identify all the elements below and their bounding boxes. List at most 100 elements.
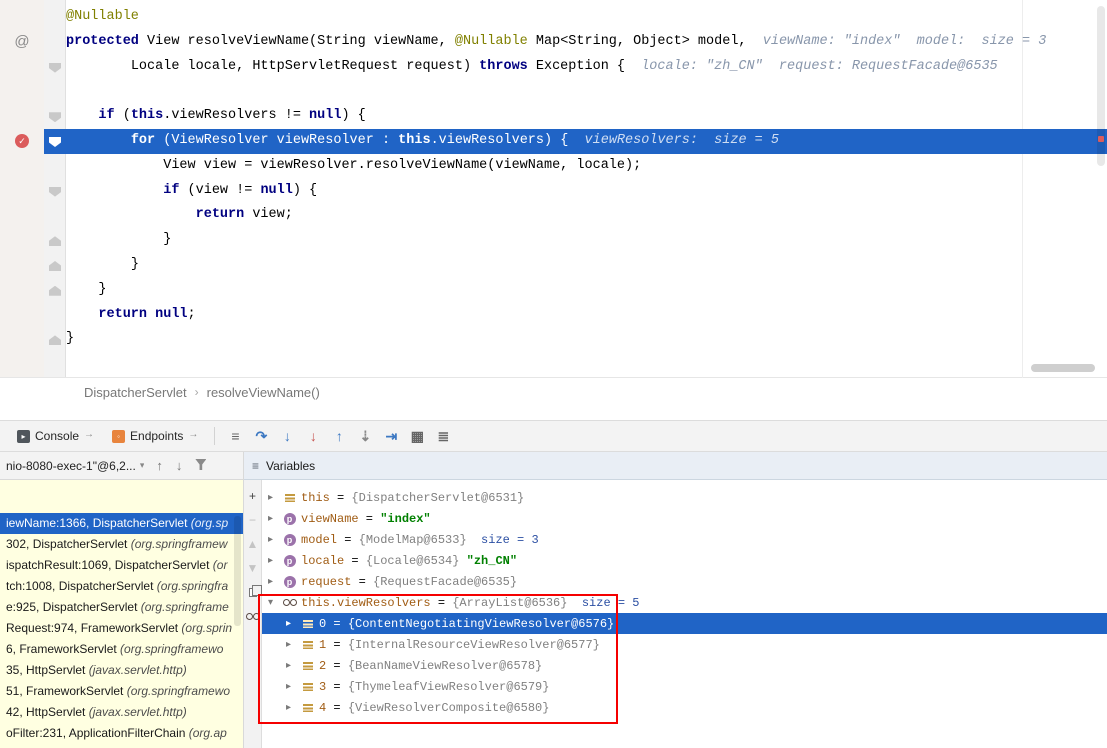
fold-marker-up-icon[interactable] bbox=[49, 286, 61, 296]
remove-watch-icon[interactable]: − bbox=[246, 513, 260, 527]
breadcrumb: DispatcherServlet › resolveViewName() bbox=[0, 378, 1107, 406]
chevron-right-icon[interactable]: ▸ bbox=[268, 534, 282, 545]
fold-marker-down-icon[interactable] bbox=[49, 137, 61, 147]
chevron-right-icon[interactable]: ▸ bbox=[286, 660, 300, 671]
equals-sign: = bbox=[351, 575, 373, 589]
breadcrumb-item-method[interactable]: resolveViewName() bbox=[207, 385, 320, 400]
duplicate-watch-icon[interactable] bbox=[246, 585, 260, 599]
breadcrumb-item-class[interactable]: DispatcherServlet bbox=[84, 385, 187, 400]
code-segment bbox=[147, 307, 155, 322]
code-segment: (ViewResolver viewResolver : bbox=[155, 133, 398, 148]
thread-dropdown[interactable]: nio-8080-exec-1"@6,2... ▾ bbox=[6, 459, 144, 473]
fold-marker-up-icon[interactable] bbox=[49, 236, 61, 246]
stack-frame-row[interactable]: 51, FrameworkServlet (org.springframewo bbox=[0, 681, 243, 702]
show-watches-icon[interactable] bbox=[246, 609, 260, 623]
editor-horizontal-scrollbar[interactable] bbox=[1031, 364, 1095, 372]
scrollbar-thumb[interactable] bbox=[1097, 6, 1105, 166]
variable-row-model[interactable]: ▸pmodel = {ModelMap@6533} size = 3 bbox=[262, 529, 1107, 550]
parameter-icon: p bbox=[282, 555, 297, 567]
frame-down-icon[interactable]: ↓ bbox=[176, 458, 183, 473]
step-into-icon[interactable]: ↓ bbox=[274, 428, 300, 444]
stack-frame-row[interactable]: 35, HttpServlet (javax.servlet.http) bbox=[0, 660, 243, 681]
fold-marker-up-icon[interactable] bbox=[49, 261, 61, 271]
editor-vertical-scrollbar[interactable] bbox=[1095, 0, 1107, 378]
variable-row-4[interactable]: ▸4 = {ViewResolverComposite@6580} bbox=[262, 697, 1107, 718]
code-line-12: } bbox=[66, 278, 1107, 303]
chevron-right-icon[interactable]: ▸ bbox=[286, 639, 300, 650]
code-segment: .viewResolvers) { bbox=[431, 133, 569, 148]
variable-row-viewname[interactable]: ▸pviewName = "index" bbox=[262, 508, 1107, 529]
inline-debug-hint: locale: "zh_CN" request: RequestFacade@6… bbox=[625, 59, 998, 74]
chevron-right-icon[interactable]: ▸ bbox=[268, 492, 282, 503]
code-segment: Map<String, Object> model, bbox=[528, 34, 747, 49]
variable-name: request bbox=[301, 575, 351, 589]
variable-row-0[interactable]: ▸0 = {ContentNegotiatingViewResolver@657… bbox=[262, 613, 1107, 634]
fold-marker-down-icon[interactable] bbox=[49, 112, 61, 122]
step-over-icon[interactable]: ↷ bbox=[248, 428, 274, 445]
equals-sign: = bbox=[326, 680, 348, 694]
code-text[interactable]: @Nullableprotected View resolveViewName(… bbox=[66, 5, 1107, 352]
move-watch-down-icon[interactable]: ▼ bbox=[246, 561, 260, 575]
frame-up-icon[interactable]: ↑ bbox=[156, 458, 163, 473]
filter-frames-icon[interactable] bbox=[195, 458, 206, 473]
layout-settings-icon[interactable]: ≣ bbox=[430, 428, 456, 445]
stack-frame-row[interactable]: oFilter:231, ApplicationFilterChain (org… bbox=[0, 723, 243, 744]
frames-scrollbar[interactable] bbox=[234, 516, 241, 626]
stack-frame-row[interactable]: Request:974, FrameworkServlet (org.sprin bbox=[0, 618, 243, 639]
variable-row-2[interactable]: ▸2 = {BeanNameViewResolver@6578} bbox=[262, 655, 1107, 676]
tab-console[interactable]: ▸Console→ bbox=[8, 421, 103, 451]
variables-menu-icon[interactable]: ≡ bbox=[252, 459, 259, 473]
chevron-right-icon[interactable]: ▸ bbox=[268, 555, 282, 566]
frame-package: (org.springfra bbox=[157, 579, 228, 593]
code-segment: return bbox=[196, 207, 245, 222]
code-line-5: if (this.viewResolvers != null) { bbox=[66, 104, 1107, 129]
variable-row-request[interactable]: ▸prequest = {RequestFacade@6535} bbox=[262, 571, 1107, 592]
stack-frame-row[interactable]: e:925, DispatcherServlet (org.springfram… bbox=[0, 597, 243, 618]
view-layout-grid-icon[interactable]: ▦ bbox=[404, 428, 430, 445]
variable-row-locale[interactable]: ▸plocale = {Locale@6534} "zh_CN" bbox=[262, 550, 1107, 571]
chevron-right-icon[interactable]: ▸ bbox=[286, 681, 300, 692]
step-out-icon[interactable]: ↑ bbox=[326, 428, 352, 444]
chevron-down-icon[interactable]: ▾ bbox=[268, 597, 282, 608]
add-watch-icon[interactable]: + bbox=[246, 489, 260, 503]
move-watch-up-icon[interactable]: ▲ bbox=[246, 537, 260, 551]
variable-row-this[interactable]: ▸this = {DispatcherServlet@6531} bbox=[262, 487, 1107, 508]
parameter-icon: p bbox=[282, 534, 297, 546]
drop-frame-icon[interactable]: ⇣ bbox=[352, 428, 378, 445]
variable-name: 2 bbox=[319, 659, 326, 673]
chevron-right-icon[interactable]: ▸ bbox=[286, 618, 300, 629]
code-segment: } bbox=[131, 257, 139, 272]
fold-marker-down-icon[interactable] bbox=[49, 63, 61, 73]
restore-layout-icon[interactable]: ≡ bbox=[222, 428, 248, 444]
chevron-right-icon[interactable]: ▸ bbox=[268, 576, 282, 587]
fold-marker-down-icon[interactable] bbox=[49, 187, 61, 197]
parameter-icon: p bbox=[282, 576, 297, 588]
frame-location: e:925, DispatcherServlet bbox=[6, 600, 141, 614]
frames-panel: iewName:1366, DispatcherServlet (org.sp3… bbox=[0, 480, 244, 748]
force-step-into-icon[interactable]: ↓ bbox=[300, 428, 326, 444]
inline-debug-hint: viewName: "index" model: size = 3 bbox=[747, 34, 1047, 49]
thread-dropdown-label: nio-8080-exec-1"@6,2... bbox=[6, 459, 136, 473]
stack-frame-row[interactable]: ispatchResult:1069, DispatcherServlet (o… bbox=[0, 555, 243, 576]
variable-row-3[interactable]: ▸3 = {ThymeleafViewResolver@6579} bbox=[262, 676, 1107, 697]
tab-endpoints[interactable]: ◦Endpoints→ bbox=[103, 421, 207, 451]
jump-to-source-icon[interactable]: → bbox=[188, 429, 198, 440]
stack-frame-row[interactable]: 6, FrameworkServlet (org.springframewo bbox=[0, 639, 243, 660]
variable-row-1[interactable]: ▸1 = {InternalResourceViewResolver@6577} bbox=[262, 634, 1107, 655]
equals-sign: = bbox=[337, 533, 359, 547]
stack-frame-row[interactable]: tch:1008, DispatcherServlet (org.springf… bbox=[0, 576, 243, 597]
glasses-icon bbox=[246, 613, 260, 620]
stack-frame-row[interactable]: 302, DispatcherServlet (org.springframew bbox=[0, 534, 243, 555]
code-segment: View resolveViewName(String viewName, bbox=[147, 34, 455, 49]
code-line-2: protected View resolveViewName(String vi… bbox=[66, 30, 1107, 55]
chevron-right-icon[interactable]: ▸ bbox=[286, 702, 300, 713]
fold-marker-up-icon[interactable] bbox=[49, 335, 61, 345]
run-to-cursor-icon[interactable]: ⇥ bbox=[378, 428, 404, 445]
stack-frame-row[interactable]: 42, HttpServlet (javax.servlet.http) bbox=[0, 702, 243, 723]
code-segment: ( bbox=[115, 108, 131, 123]
chevron-right-icon[interactable]: ▸ bbox=[268, 513, 282, 524]
jump-to-source-icon[interactable]: → bbox=[84, 429, 94, 440]
copy-icon bbox=[249, 588, 257, 597]
stack-frame-row[interactable]: iewName:1366, DispatcherServlet (org.sp bbox=[0, 513, 243, 534]
variable-row-this-viewresolvers[interactable]: ▾this.viewResolvers = {ArrayList@6536} s… bbox=[262, 592, 1107, 613]
